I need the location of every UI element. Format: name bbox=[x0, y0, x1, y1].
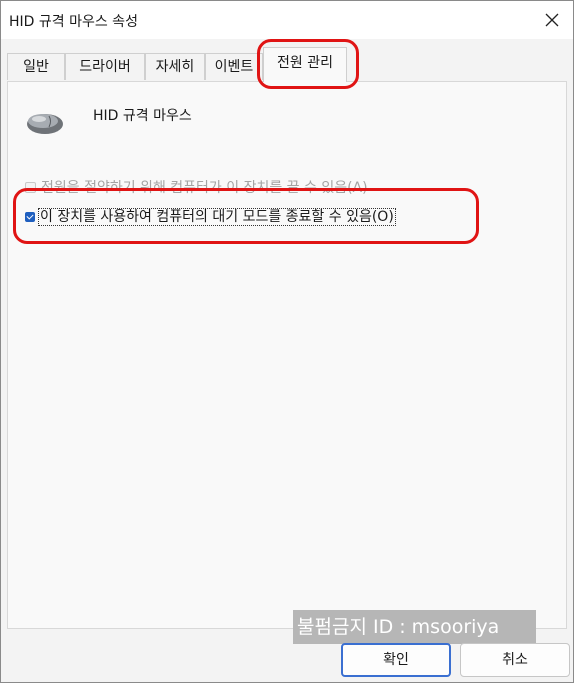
tab-content-panel bbox=[7, 81, 567, 629]
watermark: 불펌금지 ID : msooriya bbox=[293, 610, 536, 644]
tab-details[interactable]: 자세히 bbox=[145, 53, 205, 80]
device-name: HID 규격 마우스 bbox=[93, 108, 192, 124]
tab-driver[interactable]: 드라이버 bbox=[65, 53, 145, 80]
cancel-button[interactable]: 취소 bbox=[460, 643, 570, 677]
close-icon[interactable] bbox=[541, 9, 563, 31]
tab-events[interactable]: 이벤트 bbox=[205, 53, 263, 80]
title-bar: HID 규격 마우스 속성 bbox=[1, 1, 573, 39]
ok-button[interactable]: 확인 bbox=[341, 643, 451, 677]
mouse-icon bbox=[25, 109, 65, 137]
allow-wake-option[interactable]: 이 장치를 사용하여 컴퓨터의 대기 모드를 종료할 수 있음(O) bbox=[25, 206, 396, 226]
allow-wake-label[interactable]: 이 장치를 사용하여 컴퓨터의 대기 모드를 종료할 수 있음(O) bbox=[38, 208, 396, 226]
tab-power-management[interactable]: 전원 관리 bbox=[263, 47, 347, 82]
tab-general[interactable]: 일반 bbox=[7, 53, 65, 80]
tab-strip: 일반 드라이버 자세히 이벤트 전원 관리 bbox=[7, 47, 567, 82]
allow-turn-off-option: 전원을 절약하기 위해 컴퓨터가 이 장치를 끌 수 있음(A) bbox=[25, 177, 368, 197]
window-title: HID 규격 마우스 속성 bbox=[9, 14, 138, 30]
allow-wake-checkbox[interactable] bbox=[25, 212, 35, 222]
allow-turn-off-checkbox bbox=[25, 182, 36, 193]
allow-turn-off-label: 전원을 절약하기 위해 컴퓨터가 이 장치를 끌 수 있음(A) bbox=[41, 180, 368, 196]
properties-dialog: HID 규격 마우스 속성 일반 드라이버 자세히 이벤트 전원 관리 HID … bbox=[0, 0, 574, 683]
